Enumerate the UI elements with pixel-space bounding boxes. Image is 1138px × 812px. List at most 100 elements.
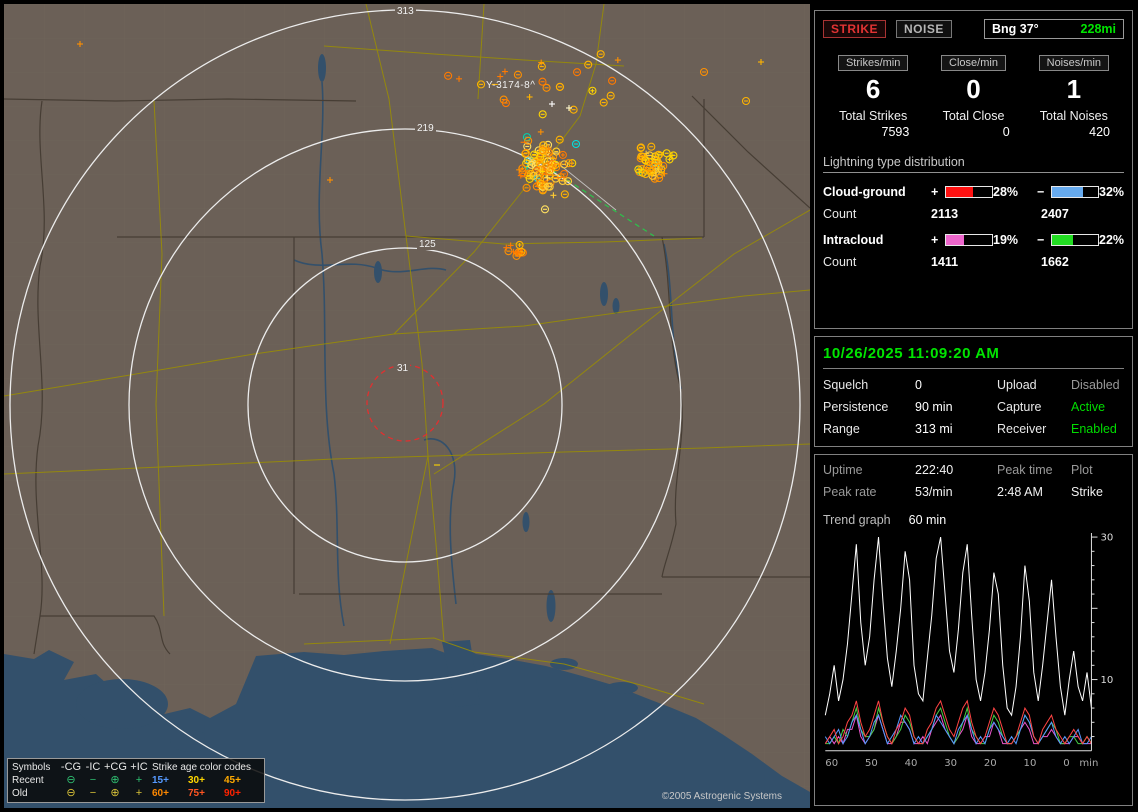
upload-label: Upload <box>997 378 1037 392</box>
cloud-ground-row: Cloud-ground + 28% − 32% <box>823 185 1124 199</box>
peak-time-label: Peak time <box>997 463 1053 477</box>
age-75-label: 75+ <box>188 788 205 799</box>
cg-minus-bar <box>1051 186 1099 198</box>
range-label: Range <box>823 422 860 436</box>
squelch-value: 0 <box>915 378 922 392</box>
uptime-value: 222:40 <box>915 463 954 477</box>
cg-negative-old-icon: ⊖ <box>66 787 76 799</box>
cg-minus-pct: 32% <box>1099 185 1125 199</box>
uptime-label: Uptime <box>823 463 863 477</box>
trend-box: Uptime 222:40 Peak time Plot Peak rate 5… <box>814 454 1133 806</box>
legend-col-ic-neg: -IC <box>85 761 101 773</box>
strike-filter-button[interactable]: STRIKE <box>823 20 887 38</box>
ic-plus-bar <box>945 234 993 246</box>
bearing-value: Bng 37° <box>992 22 1039 36</box>
minus-sign: − <box>1037 185 1045 199</box>
total-strikes-value: 7593 <box>881 125 910 139</box>
map-legend: Symbols -CG -IC +CG +IC Strike age color… <box>7 758 265 803</box>
svg-text:10: 10 <box>1024 758 1037 769</box>
strike-stats-box: STRIKE NOISE Bng 37° 228mi Strikes/min C… <box>814 10 1133 329</box>
trend-header: Trend graph 60 min <box>823 513 1124 527</box>
plot-value: Strike <box>1071 485 1103 499</box>
ic-negative-old-icon: − <box>89 787 97 799</box>
squelch-label: Squelch <box>823 378 869 392</box>
age-45-label: 45+ <box>224 775 241 786</box>
trend-window-value: 60 min <box>908 513 947 527</box>
count-label: Count <box>823 255 857 269</box>
intracloud-counts: Count 1411 1662 <box>823 255 1124 269</box>
app-window: 313 219 125 31 Y-3174-8^ Symbols -CG -IC… <box>0 0 1138 812</box>
ic-minus-pct: 22% <box>1099 233 1125 247</box>
trend-graph: 30 10 60 50 40 30 20 10 0 min <box>824 533 1114 769</box>
close-per-min-value: 0 <box>966 74 981 104</box>
peak-time-value: 2:48 AM <box>997 485 1043 499</box>
svg-text:50: 50 <box>865 758 878 769</box>
radar-map[interactable] <box>4 4 810 808</box>
cg-positive-icon: ⊕ <box>110 774 120 786</box>
legend-col-ic-pos: +IC <box>130 761 148 773</box>
svg-text:20: 20 <box>984 758 997 769</box>
plus-sign: + <box>931 185 939 199</box>
persistence-label: Persistence <box>823 400 889 414</box>
svg-text:60: 60 <box>825 758 838 769</box>
ic-minus-count: 1662 <box>1041 255 1069 269</box>
bearing-distance: 228mi <box>1080 22 1116 36</box>
total-strikes-label: Total Strikes <box>839 109 908 123</box>
svg-text:10: 10 <box>1101 675 1114 686</box>
cg-minus-count: 2407 <box>1041 207 1069 221</box>
ic-minus-bar <box>1051 234 1099 246</box>
minus-sign: − <box>1037 233 1045 247</box>
cloud-ground-counts: Count 2113 2407 <box>823 207 1124 221</box>
ic-plus-pct: 19% <box>993 233 1019 247</box>
svg-text:min: min <box>1079 758 1098 769</box>
total-close-value: 0 <box>1002 125 1010 139</box>
peak-rate-label: Peak rate <box>823 485 877 499</box>
cg-plus-count: 2113 <box>931 207 959 221</box>
status-panel: STRIKE NOISE Bng 37° 228mi Strikes/min C… <box>814 10 1133 806</box>
capture-label: Capture <box>997 400 1042 414</box>
noise-filter-button[interactable]: NOISE <box>896 20 952 38</box>
strikes-per-min-button[interactable]: Strikes/min <box>837 55 909 71</box>
noises-per-min-button[interactable]: Noises/min <box>1038 55 1110 71</box>
ic-plus-count: 1411 <box>931 255 959 269</box>
ic-positive-old-icon: + <box>135 787 143 799</box>
map-viewport[interactable]: 313 219 125 31 Y-3174-8^ Symbols -CG -IC… <box>4 4 810 808</box>
legend-symbols-header: Symbols <box>12 762 51 773</box>
cloud-ground-label: Cloud-ground <box>823 185 906 199</box>
total-noises-label: Total Noises <box>1039 109 1108 123</box>
settings-box: 10/26/2025 11:09:20 AM Squelch 0 Upload … <box>814 336 1133 447</box>
range-ring-label-219: 219 <box>415 123 436 134</box>
close-per-min-button[interactable]: Close/min <box>941 55 1006 71</box>
bearing-readout: Bng 37° 228mi <box>984 19 1124 39</box>
svg-text:0: 0 <box>1063 758 1069 769</box>
count-label: Count <box>823 207 857 221</box>
total-close-label: Total Close <box>942 109 1005 123</box>
noises-per-min-value: 1 <box>1066 74 1082 104</box>
settings-grid: Squelch 0 Upload Disabled Persistence 90… <box>823 378 1124 436</box>
total-noises-value: 420 <box>1089 125 1110 139</box>
rate-section: Strikes/min Close/min Noises/min 6 0 1 T… <box>823 55 1124 139</box>
legend-recent-label: Recent <box>12 775 44 786</box>
legend-col-cg-pos: +CG <box>104 761 127 773</box>
cg-plus-pct: 28% <box>993 185 1019 199</box>
legend-old-label: Old <box>12 788 28 799</box>
upload-value: Disabled <box>1071 378 1120 392</box>
plus-sign: + <box>931 233 939 247</box>
receiver-value: Enabled <box>1071 422 1117 436</box>
range-ring-label-125: 125 <box>417 239 438 250</box>
range-ring-label-31: 31 <box>395 363 411 374</box>
ic-positive-icon: + <box>135 774 143 786</box>
persistence-value: 90 min <box>915 400 953 414</box>
trend-graph-label: Trend graph <box>823 513 891 527</box>
distribution-title: Lightning type distribution <box>823 155 1124 173</box>
range-value: 313 mi <box>915 422 953 436</box>
receiver-label: Receiver <box>997 422 1047 436</box>
legend-col-cg-neg: -CG <box>60 761 82 773</box>
datetime-display: 10/26/2025 11:09:20 AM <box>823 345 1124 369</box>
cg-positive-old-icon: ⊕ <box>110 787 120 799</box>
range-ring-label-313: 313 <box>395 6 416 17</box>
strikes-per-min-value: 6 <box>865 74 881 104</box>
plot-label: Plot <box>1071 463 1093 477</box>
storm-cell-label: Y-3174-8^ <box>486 80 536 91</box>
svg-text:30: 30 <box>1101 533 1114 544</box>
